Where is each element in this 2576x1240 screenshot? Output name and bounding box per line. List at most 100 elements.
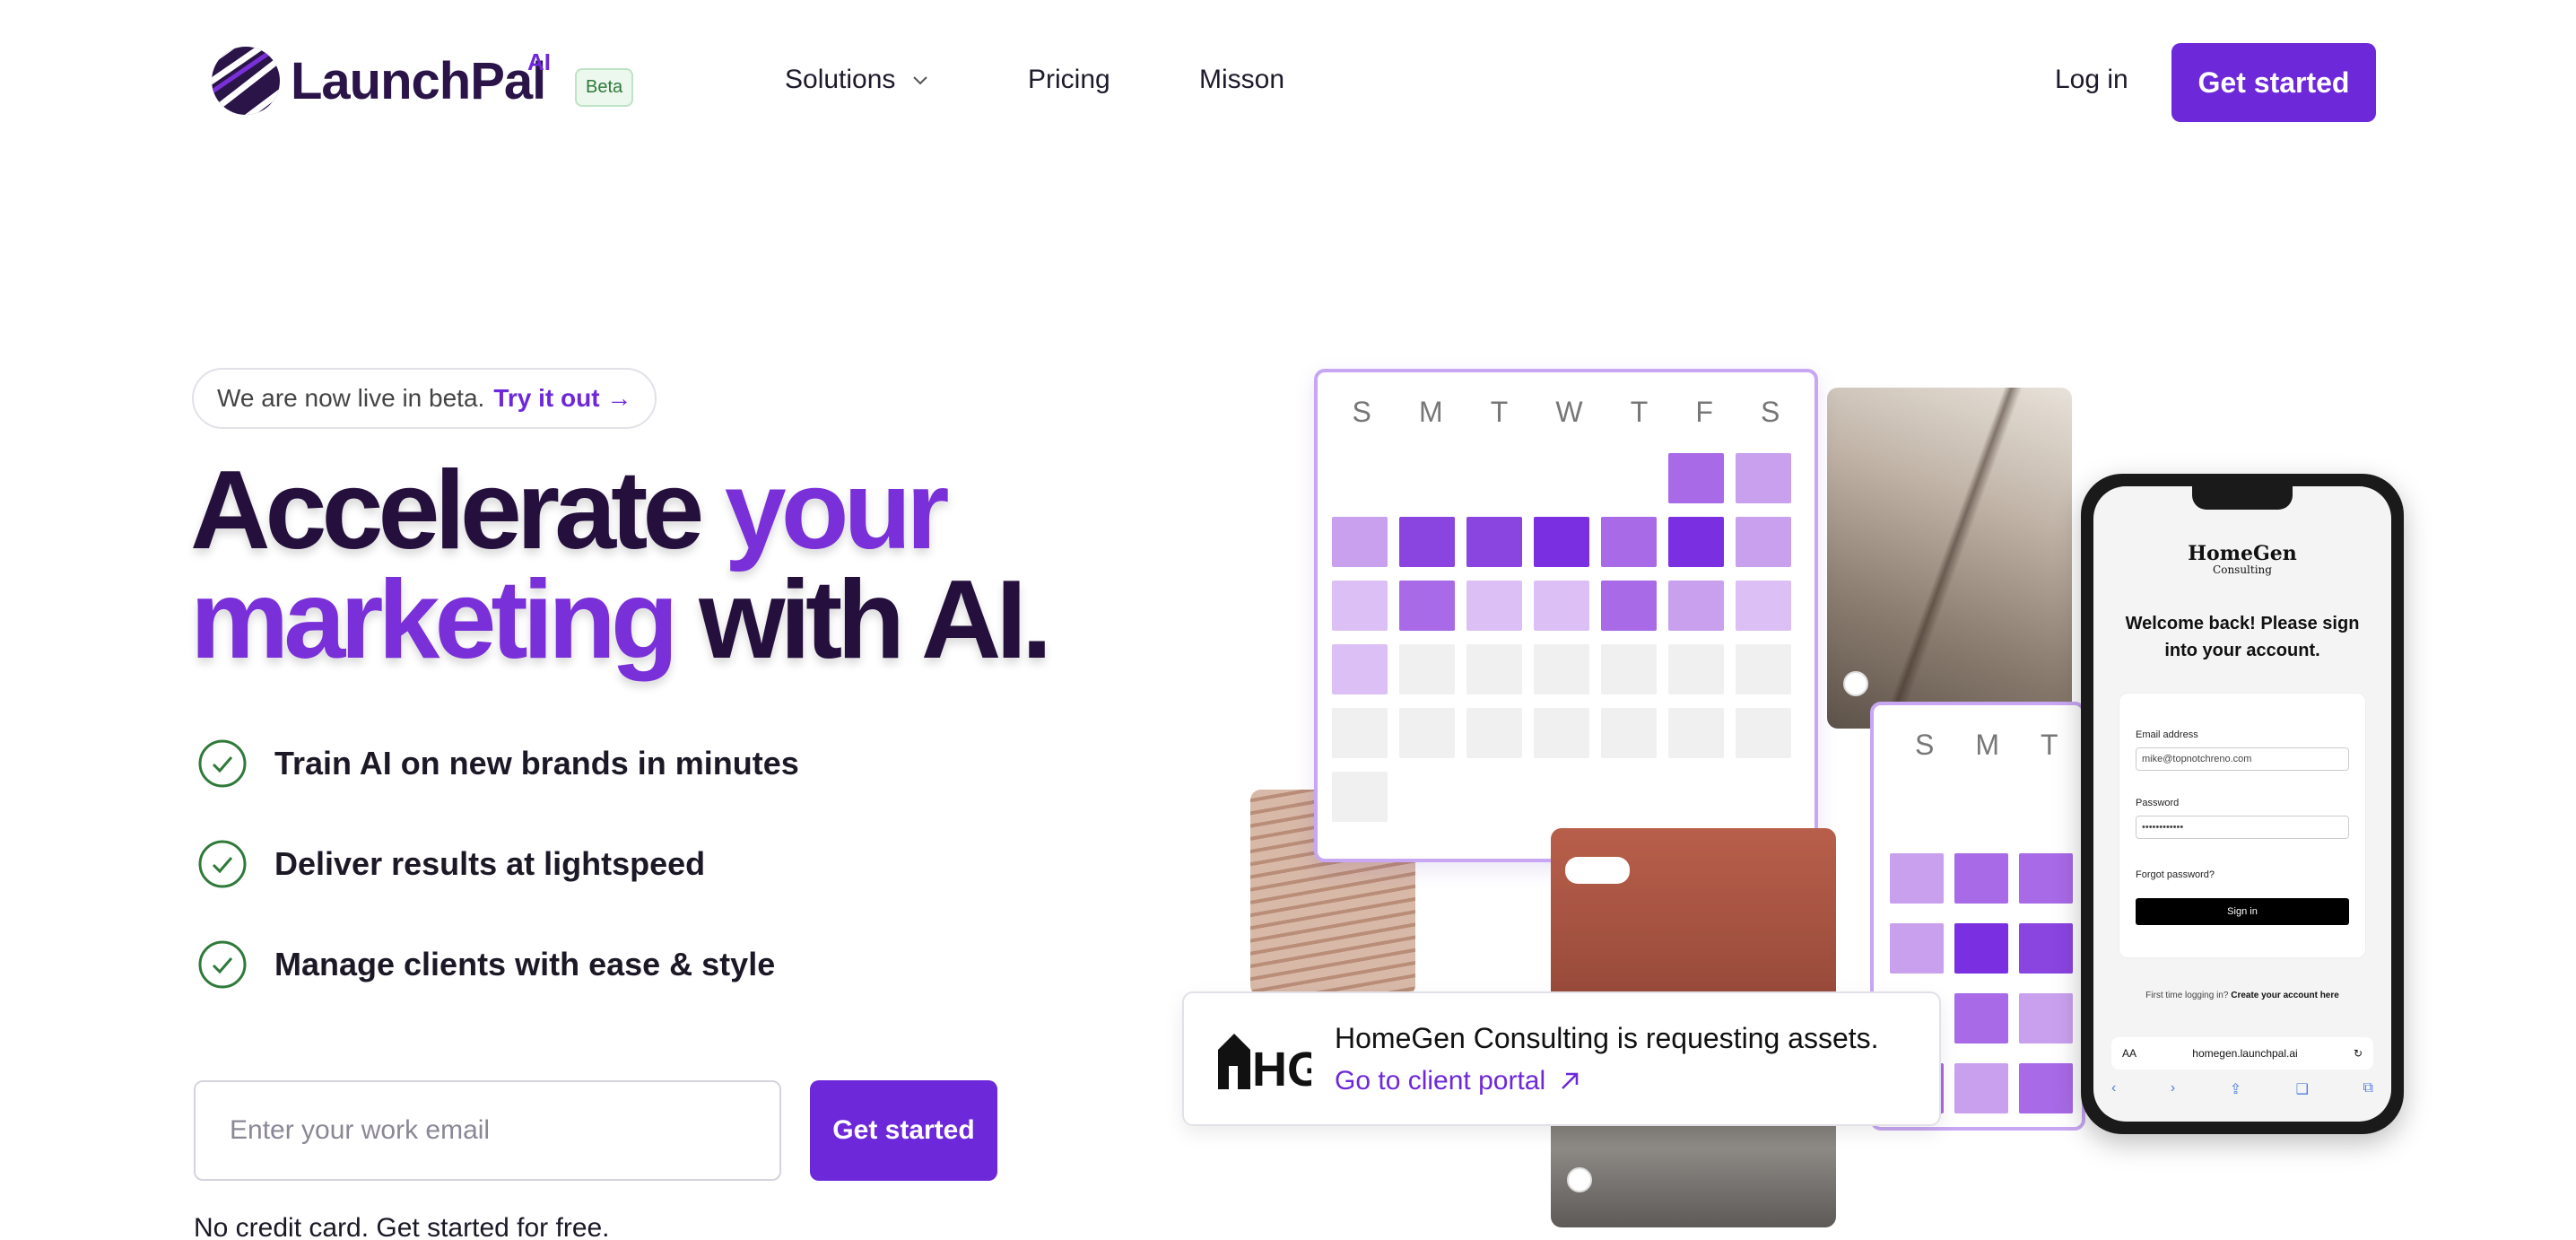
headline-word-with-ai: with AI. [699,558,1052,682]
calendar-cell [1466,581,1522,631]
headline-word-your: your [724,449,950,572]
weekday-label: W [1555,396,1583,428]
calendar-cell [1601,772,1657,822]
phone-password-label: Password [2136,798,2180,808]
calendar-cell [1332,644,1388,694]
calendar-cell [1399,581,1455,631]
weekday-label: T [1490,396,1509,428]
calendar-cell [2019,853,2073,904]
calendar-cell [1890,853,1944,904]
login-link[interactable]: Log in [2055,65,2128,95]
hero-get-started-button[interactable]: Get started [810,1080,997,1181]
calendar-cell [1332,581,1388,631]
bookmarks-icon[interactable]: ❑ [2296,1080,2309,1098]
feature-label: Train AI on new brands in minutes [274,745,799,782]
calendar-cell [1668,708,1724,758]
calendar-cell [1466,708,1522,758]
logo-wordmark: LaunchPal [291,51,546,110]
weekday-label: T [2041,729,2058,761]
phone-first-time: First time logging in? [2145,991,2229,1000]
phone-forgot-password[interactable]: Forgot password? [2136,869,2215,880]
nav-get-started-button[interactable]: Get started [2171,43,2376,122]
calendar-cell [1399,772,1455,822]
calendar-cell [1736,453,1791,503]
no-credit-card-note: No credit card. Get started for free. [194,1213,610,1240]
phone-url-bar[interactable]: AA homegen.launchpal.ai ↻ [2111,1037,2373,1070]
calendar-cell [1736,517,1791,567]
phone-logo-name: HomeGen [2188,542,2297,565]
calendar-cell [1890,923,1944,974]
homegen-logo-letters: HG [1252,1043,1311,1091]
feature-label: Manage clients with ease & style [274,946,776,982]
calendar-cell [1736,772,1791,822]
feature-item: Deliver results at lightspeed [197,839,705,889]
photo-indicator-dot [1567,1167,1592,1192]
photo-tag-pill [1565,857,1630,884]
share-icon[interactable]: ⇪ [2230,1080,2241,1098]
forward-icon[interactable]: › [2171,1080,2175,1098]
calendar-cell [1466,772,1522,822]
client-request-notification[interactable]: HG HomeGen Consulting is requesting asse… [1182,991,1941,1126]
calendar-cell [2019,923,2073,974]
calendar-cell [1601,517,1657,567]
notification-title: HomeGen Consulting is requesting assets. [1335,1021,1879,1054]
back-icon[interactable]: ‹ [2111,1080,2116,1098]
phone-logo-sub: Consulting [2213,563,2272,576]
tabs-icon[interactable]: ⧉ [2363,1080,2373,1098]
headline-word-accelerate: Accelerate [190,449,704,572]
check-circle-icon [198,840,247,888]
reload-icon[interactable]: ↻ [2354,1047,2363,1060]
phone-homegen-logo: HomeGen Consulting [2093,542,2391,576]
calendar-cell [1332,772,1388,822]
phone-email-label: Email address [2136,729,2198,740]
logo[interactable]: LaunchPal [208,43,546,118]
calendar-cell [1668,453,1724,503]
calendar-cell [1668,517,1724,567]
phone-password-field[interactable]: •••••••••••• [2136,816,2349,839]
calendar-cell [2019,1063,2073,1113]
photo-indicator-dot [1843,671,1868,696]
calendar-grid [1332,453,1791,822]
calendar-cell [1736,708,1791,758]
nav-solutions[interactable]: Solutions [785,65,929,95]
phone-welcome-text: Welcome back! Please sign into your acco… [2125,614,2360,660]
weekday-label: M [1975,729,1999,761]
calendar-cell [1668,581,1724,631]
try-it-out-link[interactable]: Try it out → [493,384,631,413]
calendar-cell [1534,772,1589,822]
phone-create-account-link[interactable]: Create your account here [2231,991,2339,1000]
calendar-cell [1736,644,1791,694]
weekday-label: T [1630,396,1649,428]
nav-mission[interactable]: Misson [1199,65,1284,95]
nav-pricing[interactable]: Pricing [1028,65,1110,95]
calendar-cell [1399,644,1455,694]
calendar-weekdays: S M T [1874,729,2082,762]
calendar-cell [1399,453,1455,503]
calendar-cell [1954,853,2008,904]
headline-word-marketing: marketing [190,558,679,682]
phone-aa-label[interactable]: AA [2122,1047,2137,1060]
phone-browser-toolbar: ‹ › ⇪ ❑ ⧉ [2111,1080,2373,1098]
check-circle-icon [198,940,247,989]
chevron-down-icon [913,76,928,85]
calendar-card: S M T W T F S [1314,369,1818,862]
phone-signin-button[interactable]: Sign in [2136,898,2349,925]
calendar-cell [1332,453,1388,503]
calendar-cell [1954,1063,2008,1113]
external-arrow-icon [1562,1072,1579,1089]
calendar-cell [2019,993,2073,1044]
feature-label: Deliver results at lightspeed [274,845,706,882]
calendar-weekdays: S M T W T F S [1318,396,1815,429]
logo-globe-icon [212,47,280,115]
client-portal-link[interactable]: Go to client portal [1335,1066,1879,1096]
work-email-input[interactable] [194,1080,781,1181]
calendar-cell [1466,517,1522,567]
phone-mockup: HomeGen Consulting Welcome back! Please … [2081,474,2404,1134]
calendar-cell [1466,644,1522,694]
calendar-cell [1332,708,1388,758]
feature-item: Manage clients with ease & style [197,939,775,990]
phone-notch [2192,486,2293,510]
calendar-cell [1534,581,1589,631]
phone-url: homegen.launchpal.ai [2192,1047,2298,1060]
phone-email-field[interactable]: mike@topnotchreno.com [2136,747,2349,771]
